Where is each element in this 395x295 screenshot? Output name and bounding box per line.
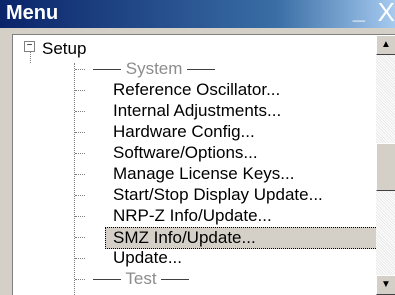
scroll-down-button[interactable]: ▼ bbox=[376, 275, 395, 295]
vertical-scrollbar[interactable]: ▲ ▼ bbox=[376, 35, 395, 295]
separator-line bbox=[93, 69, 121, 71]
menu-tree: − Setup System Reference Oscillator... I… bbox=[13, 35, 384, 295]
tree-branch bbox=[75, 258, 85, 259]
separator-line bbox=[161, 279, 190, 281]
menu-item-smz-info-update[interactable]: SMZ Info/Update... bbox=[105, 227, 384, 249]
tree-branch bbox=[75, 132, 85, 133]
menu-item-start-stop-display-update[interactable]: Start/Stop Display Update... bbox=[109, 185, 327, 205]
menu-item-manage-license-keys[interactable]: Manage License Keys... bbox=[109, 164, 298, 184]
section-header-system: System bbox=[93, 59, 216, 79]
menu-item-nrp-z-info-update[interactable]: NRP-Z Info/Update... bbox=[109, 206, 276, 226]
minimize-button[interactable]: _ bbox=[353, 0, 365, 25]
tree-branch bbox=[75, 69, 85, 70]
menu-item-reference-oscillator[interactable]: Reference Oscillator... bbox=[109, 80, 284, 100]
menu-item-update[interactable]: Update... bbox=[109, 248, 186, 268]
title-bar: Menu _ X bbox=[0, 0, 395, 28]
tree-branch bbox=[75, 174, 85, 175]
menu-tree-panel: − Setup System Reference Oscillator... I… bbox=[12, 34, 395, 295]
tree-branch bbox=[75, 279, 85, 280]
tree-branch bbox=[75, 153, 85, 154]
menu-item-internal-adjustments[interactable]: Internal Adjustments... bbox=[109, 101, 285, 121]
tree-branch bbox=[75, 237, 85, 238]
separator-line bbox=[187, 69, 216, 71]
scrollbar-thumb[interactable] bbox=[376, 143, 395, 191]
tree-branch bbox=[75, 216, 85, 217]
scrollbar-track[interactable] bbox=[376, 55, 395, 275]
close-button[interactable]: X bbox=[378, 0, 395, 28]
menu-item-hardware-config[interactable]: Hardware Config... bbox=[109, 122, 259, 142]
tree-branch bbox=[75, 195, 85, 196]
tree-root-setup[interactable]: Setup bbox=[42, 39, 86, 59]
scroll-up-button[interactable]: ▲ bbox=[376, 35, 395, 55]
section-label: System bbox=[125, 59, 183, 78]
tree-branch bbox=[75, 90, 85, 91]
separator-line bbox=[93, 279, 121, 281]
menu-item-software-options[interactable]: Software/Options... bbox=[109, 143, 262, 163]
section-header-test: Test bbox=[93, 269, 190, 289]
menu-window: Menu _ X − Setup System Reference Oscill… bbox=[0, 0, 395, 295]
tree-branch bbox=[75, 111, 85, 112]
tree-connector bbox=[74, 63, 75, 295]
window-title: Menu bbox=[6, 2, 59, 24]
tree-connector bbox=[30, 51, 31, 63]
section-label: Test bbox=[125, 269, 157, 288]
